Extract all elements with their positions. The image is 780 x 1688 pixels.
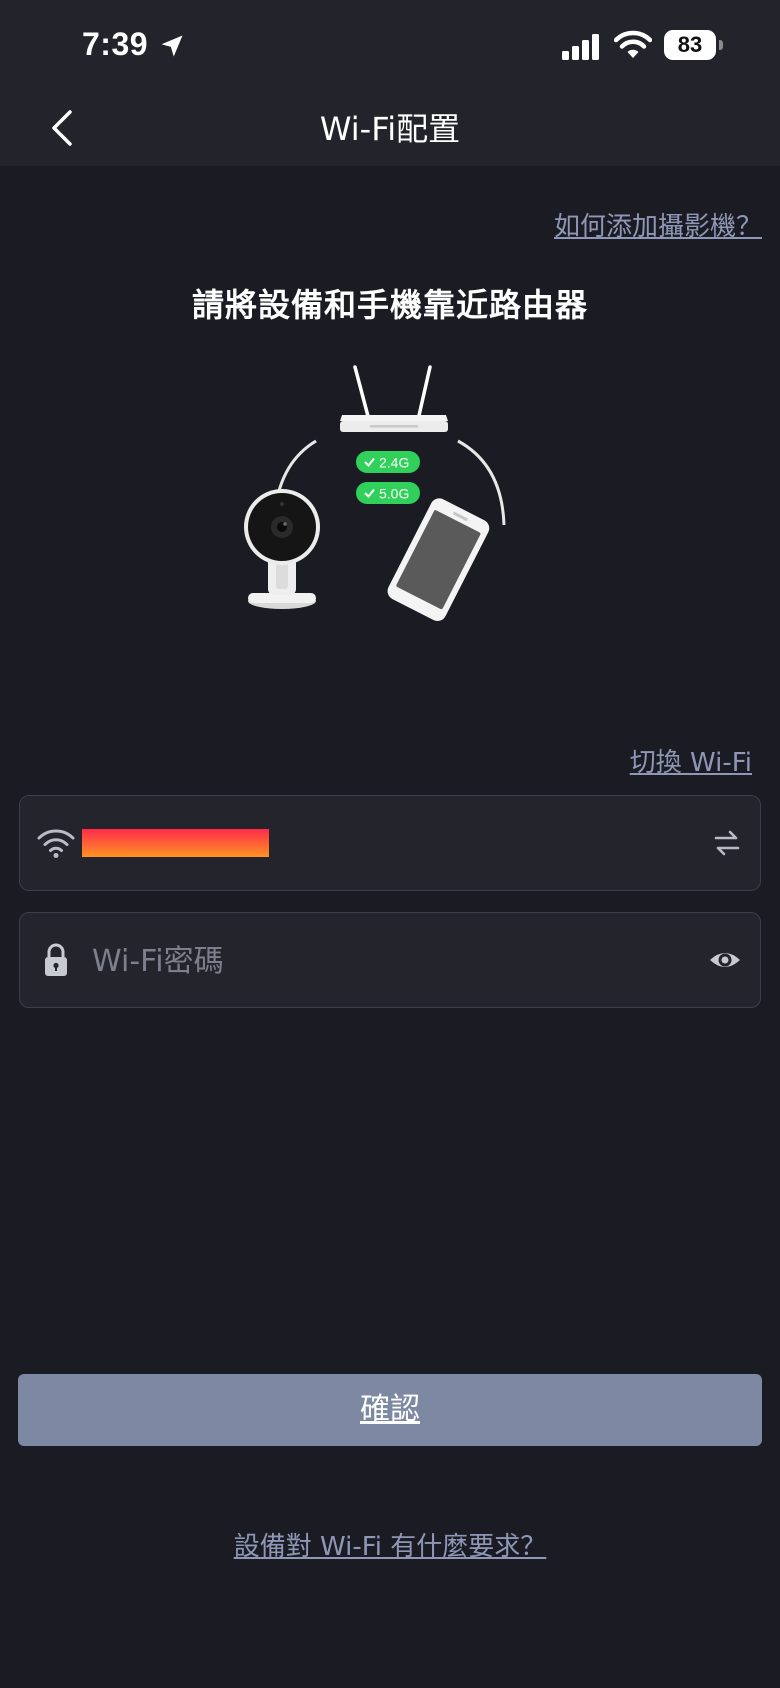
wifi-password-field[interactable] (19, 912, 761, 1008)
instruction-headline: 請將設備和手機靠近路由器 (191, 286, 588, 324)
status-time: 7:39 (82, 26, 149, 62)
swap-arrows-icon[interactable] (712, 828, 742, 858)
battery-level: 83 (664, 30, 716, 60)
wifi-icon (37, 829, 75, 858)
cellular-signal-icon (562, 34, 599, 60)
wifi-ssid-field[interactable] (19, 795, 761, 891)
wifi-requirements-link[interactable]: 設備對 Wi-Fi 有什麼要求？ (0, 1526, 780, 1563)
camera-icon (244, 489, 320, 609)
switch-wifi-link[interactable]: 切換 Wi-Fi (630, 742, 752, 779)
wifi-config-screen: 7:39 83 Wi-Fi配置 如何添加攝影機？ 請將設備和手機靠近路由器 2.… (0, 0, 780, 1688)
band-label-5-0g: 5.0G (379, 486, 409, 502)
band-badge-2-4g: 2.4G (356, 451, 420, 473)
phone-icon (387, 498, 490, 621)
battery-cap (719, 40, 723, 50)
eye-icon[interactable] (708, 945, 742, 975)
router-icon (340, 365, 448, 432)
nav-bar: Wi-Fi配置 (0, 90, 780, 166)
ssid-value-redacted (82, 829, 269, 857)
band-badge-5-0g: 5.0G (356, 482, 420, 504)
page-title: Wi-Fi配置 (319, 110, 461, 148)
lock-icon (45, 943, 67, 976)
wifi-icon (614, 30, 652, 58)
confirm-button[interactable]: 確認 (18, 1374, 762, 1446)
location-arrow-icon (161, 35, 183, 57)
battery-icon: 83 (664, 30, 723, 60)
password-input[interactable] (90, 935, 654, 987)
band-label-2-4g: 2.4G (379, 455, 409, 471)
status-bar: 7:39 83 (0, 0, 780, 90)
how-to-add-camera-link[interactable]: 如何添加攝影機？ (554, 206, 762, 243)
router-camera-phone-illustration: 2.4G 5.0G (244, 365, 506, 621)
